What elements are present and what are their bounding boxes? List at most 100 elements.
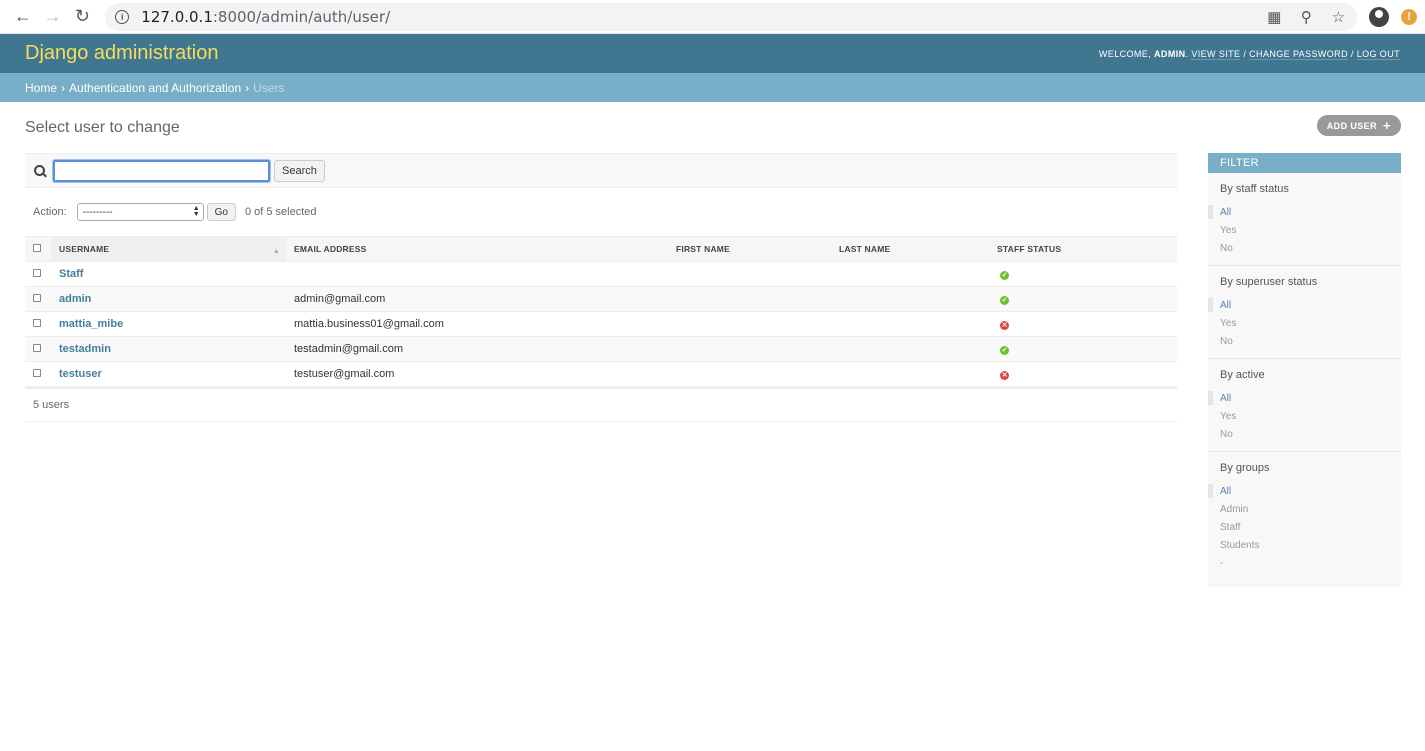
table-header-row: Username ▲ Email address First name Last … (25, 236, 1177, 262)
yes-icon: ✓ (1000, 345, 1009, 355)
username-cell: mattia_mibe (51, 311, 286, 337)
row-checkbox[interactable] (33, 319, 41, 327)
username-link[interactable]: admin (59, 293, 91, 305)
welcome-text: Welcome, (1098, 48, 1152, 59)
zoom-icon[interactable]: ⚲ (1297, 8, 1315, 26)
first-name-cell (668, 286, 831, 312)
username-link[interactable]: Staff (59, 268, 83, 280)
plus-icon: + (1383, 118, 1391, 133)
translate-icon[interactable]: ▦ (1265, 8, 1283, 26)
filter-option[interactable]: Yes (1220, 314, 1401, 332)
search-button[interactable]: Search (274, 159, 325, 182)
filter-title: Filter (1208, 153, 1401, 173)
reload-icon[interactable]: ↻ (68, 3, 98, 31)
table-row: admin admin@gmail.com ✓ (25, 286, 1177, 312)
filter-option[interactable]: No (1220, 425, 1401, 443)
action-select[interactable]: --------- ▲ ▼ (76, 203, 204, 221)
breadcrumb-home[interactable]: Home (25, 81, 57, 95)
select-arrows-icon: ▲ ▼ (192, 205, 200, 218)
column-email-label: Email address (294, 244, 367, 254)
column-first-name[interactable]: First name (668, 236, 831, 262)
bookmark-star-icon[interactable]: ☆ (1329, 8, 1347, 26)
row-checkbox[interactable] (33, 294, 41, 302)
current-user: admin (1154, 48, 1186, 59)
filter-group: By groups All Admin Staff Students - (1208, 452, 1401, 580)
column-username[interactable]: Username ▲ (51, 236, 286, 262)
column-staff-status-label: Staff status (997, 244, 1062, 254)
address-bar[interactable]: i 127.0.0.1:8000/admin/auth/user/ ▦ ⚲ ☆ (105, 2, 1358, 31)
row-checkbox[interactable] (33, 269, 41, 277)
forward-icon[interactable]: → (38, 3, 68, 31)
filter-option[interactable]: All (1208, 482, 1401, 500)
username-link[interactable]: testadmin (59, 343, 111, 355)
last-name-cell (831, 286, 989, 312)
username-cell: Staff (51, 261, 286, 287)
table-row: testadmin testadmin@gmail.com ✓ (25, 336, 1177, 362)
filter-heading: By staff status (1220, 183, 1289, 195)
change-password-link[interactable]: Change password (1249, 48, 1348, 60)
table-row: Staff ✓ (25, 261, 1177, 287)
column-last-name-label: Last name (839, 244, 891, 254)
row-select-cell (25, 336, 51, 362)
add-user-label: Add user (1326, 120, 1377, 131)
filter-option[interactable]: Admin (1220, 500, 1401, 518)
email-cell: admin@gmail.com (286, 286, 668, 312)
breadcrumb-app[interactable]: Authentication and Authorization (69, 81, 241, 95)
email-cell: testadmin@gmail.com (286, 336, 668, 362)
sort-asc-icon[interactable]: ▲ (273, 248, 280, 255)
select-all-header (25, 236, 51, 262)
filter-option[interactable]: No (1220, 239, 1401, 257)
row-select-cell (25, 311, 51, 337)
filter-heading: By active (1220, 369, 1265, 381)
filter-option[interactable]: All (1208, 296, 1401, 314)
go-button[interactable]: Go (206, 203, 236, 221)
url-text[interactable]: 127.0.0.1:8000/admin/auth/user/ (141, 8, 390, 26)
filter-option[interactable]: - (1220, 554, 1401, 572)
column-staff-status[interactable]: Staff status (989, 236, 1177, 262)
column-last-name[interactable]: Last name (831, 236, 989, 262)
filter-option[interactable]: Yes (1220, 407, 1401, 425)
selection-count: 0 of 5 selected (244, 206, 317, 218)
site-branding[interactable]: Django administration (25, 42, 218, 65)
email-cell (286, 261, 668, 287)
table-row: mattia_mibe mattia.business01@gmail.com ✕ (25, 311, 1177, 337)
staff-status-cell: ✕ (989, 361, 1177, 387)
actions-bar: Action: --------- ▲ ▼ Go 0 of 5 selected (25, 188, 1177, 236)
username-link[interactable]: testuser (59, 368, 102, 380)
filter-option[interactable]: All (1208, 203, 1401, 221)
page-title: Select user to change (25, 119, 180, 136)
filter-option[interactable]: Students (1220, 536, 1401, 554)
update-alert-icon[interactable]: ! (1401, 8, 1418, 25)
search-input[interactable] (53, 159, 270, 182)
breadcrumb-current: Users (253, 80, 285, 95)
info-icon[interactable]: i (115, 9, 130, 24)
email-cell: mattia.business01@gmail.com (286, 311, 668, 337)
filter-group: By superuser status All Yes No (1208, 266, 1401, 359)
add-user-button[interactable]: Add user + (1316, 115, 1401, 136)
no-icon: ✕ (1000, 320, 1009, 330)
filter-option[interactable]: All (1208, 389, 1401, 407)
back-icon[interactable]: ← (8, 3, 38, 31)
filter-option[interactable]: Staff (1220, 518, 1401, 536)
view-site-link[interactable]: View site (1191, 48, 1241, 60)
filter-sidebar: Filter By staff status All Yes No By superus… (1208, 153, 1401, 587)
action-label: Action: (33, 206, 67, 218)
yes-icon: ✓ (1000, 295, 1009, 305)
filter-option[interactable]: Yes (1220, 221, 1401, 239)
row-checkbox[interactable] (33, 344, 41, 352)
filter-group: By active All Yes No (1208, 359, 1401, 452)
select-all-checkbox[interactable] (33, 244, 41, 252)
action-selected-option: --------- (82, 206, 113, 218)
site-header: Django administration Welcome, admin. Vi… (0, 34, 1425, 73)
breadcrumb-separator: › (245, 80, 250, 95)
column-email[interactable]: Email address (286, 236, 668, 262)
username-link[interactable]: mattia_mibe (59, 318, 123, 330)
no-icon: ✕ (1000, 370, 1009, 380)
log-out-link[interactable]: Log out (1356, 48, 1400, 60)
profile-icon[interactable] (1369, 6, 1390, 27)
row-checkbox[interactable] (33, 369, 41, 377)
staff-status-cell: ✓ (989, 336, 1177, 362)
staff-status-cell: ✓ (989, 261, 1177, 287)
column-username-label: Username (59, 244, 110, 254)
filter-option[interactable]: No (1220, 332, 1401, 350)
